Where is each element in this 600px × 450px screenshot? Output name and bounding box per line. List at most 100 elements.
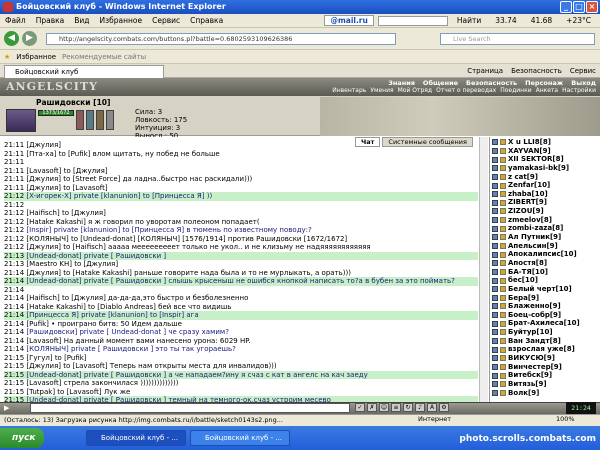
close-button[interactable]: × [586,1,598,13]
user-name[interactable]: Буйтур[10] [508,328,553,337]
chat-message[interactable]: 21:15 [Lavasoft] стрела закончилася ))))… [4,379,478,388]
user-list-item[interactable]: Брат-Ахилеса[10] [490,319,600,328]
user-name[interactable]: Апостя[8] [508,259,547,268]
user-list-item[interactable]: XII SEKTOR[8] [490,155,600,164]
user-list-item[interactable]: ВИКУСЮ[9] [490,354,600,363]
user-list-item[interactable]: Боец-собр[9] [490,311,600,320]
menu-edit[interactable]: Правка [31,16,70,25]
page-menu[interactable]: Страница [467,65,503,77]
chat-message[interactable]: 21:11 [Джулия] to [Street Force] да ладн… [4,175,478,184]
user-list-item[interactable]: взрослая уже[8] [490,345,600,354]
private-message-icon[interactable] [492,165,498,172]
user-list-item[interactable]: ZIZOU[9] [490,207,600,216]
start-button[interactable]: пуск [0,428,44,448]
private-message-icon[interactable] [492,381,498,388]
minimize-button[interactable]: _ [560,1,572,13]
tools-menu[interactable]: Сервис [570,65,596,77]
user-name[interactable]: Брат-Ахилеса[10] [508,319,580,328]
chat-message[interactable]: 21:14 [Принцесса Я] private [klanunion] … [4,311,478,320]
recommended-sites-link[interactable]: Рекомендуемые сайты [62,53,146,61]
address-input[interactable]: http://angelscity.combats.com/buttons.pl… [46,33,396,45]
private-message-icon[interactable] [492,243,498,249]
private-message-icon[interactable] [492,312,498,319]
live-search-input[interactable]: Live Search [440,33,595,45]
user-name[interactable]: z cat[9] [508,173,538,182]
nav-communication[interactable]: Общение [423,79,458,87]
user-name[interactable]: взрослая уже[8] [508,345,575,354]
user-name[interactable]: Блаженно[9] [508,302,561,311]
user-list-item[interactable]: Бера[9] [490,294,600,303]
private-message-icon[interactable] [492,191,498,198]
user-name[interactable]: Апельсин[9] [508,242,558,251]
chat-message[interactable]: 21:13 [Maestro KH] to [Джулия] [4,260,478,269]
nav-security[interactable]: Безопасность [466,79,517,87]
private-message-icon[interactable] [492,346,498,353]
refresh-icon[interactable]: ↻ [403,403,413,412]
smile-icon[interactable]: ☺ [379,403,389,412]
translit-icon[interactable]: A [427,403,437,412]
user-list-item[interactable]: Ал Путник[9] [490,233,600,242]
user-name[interactable]: БА-ТЯ[10] [508,268,548,277]
user-name[interactable]: бес[10] [508,276,538,285]
chat-message[interactable]: 21:12 [X-игорек-X] private [klanunion] t… [4,192,478,201]
user-list-item[interactable]: Волк[9] [490,389,600,398]
user-list-item[interactable]: бес[10] [490,276,600,285]
user-list-item[interactable]: X u LLI8[8] [490,138,600,147]
private-message-icon[interactable] [492,208,498,215]
chat-message[interactable]: 21:14 [Рашидовски] private [ Undead-dona… [4,328,478,337]
nav-battles[interactable]: Поединки [500,87,531,94]
star-icon[interactable]: ★ [4,53,10,61]
nav-squad[interactable]: Мой Отряд [398,87,432,94]
nav-settings[interactable]: Настройки [562,87,596,94]
private-message-icon[interactable] [492,329,498,336]
tab-combats[interactable]: Бойцовский клуб [4,65,164,78]
private-message-icon[interactable] [492,372,498,379]
menu-file[interactable]: Файл [0,16,31,25]
nav-character[interactable]: Персонаж [525,79,563,87]
private-message-icon[interactable] [492,182,498,189]
user-list-item[interactable]: Винчестер[9] [490,363,600,372]
private-message-icon[interactable] [492,156,498,163]
chat-message[interactable]: 21:14 [Lavasoft] На данный момент вами н… [4,337,478,346]
user-list-item[interactable]: БА-ТЯ[10] [490,268,600,277]
user-name[interactable]: Zenfar[10] [508,181,550,190]
private-message-icon[interactable] [492,225,498,232]
private-message-icon[interactable] [492,363,498,370]
user-name[interactable]: yamakasi-bk[9] [508,164,569,173]
chat-message[interactable]: 21:15 [Tutpak] to [Lavasoft] Лук же [4,388,478,397]
nav-skills[interactable]: Умения [370,87,393,94]
taskbar-window-1[interactable]: Бойцовский клуб - ... [86,430,186,446]
private-message-icon[interactable] [492,260,498,267]
private-message-icon[interactable] [492,389,498,396]
private-message-icon[interactable] [492,320,498,327]
user-list-item[interactable]: Буйтур[10] [490,328,600,337]
chat-log[interactable]: 21:11 [Джулия] 21:11 [Пта-ха] to [Pufik] … [0,137,478,402]
private-message-icon[interactable] [492,234,498,241]
nav-knowledge[interactable]: Знания [388,79,415,87]
menu-favorites[interactable]: Избранное [95,16,148,25]
user-list-item[interactable]: zombi-zaza[8] [490,224,600,233]
avatar[interactable] [6,109,36,132]
chat-message[interactable]: 21:14 [Undead-donat] private [ Рашидовск… [4,277,478,286]
chat-message[interactable]: 21:13 [Undead-donat] private [ Рашидовск… [4,251,478,260]
nav-profile[interactable]: Анкета [536,87,559,94]
user-list-item[interactable]: Витебск[9] [490,371,600,380]
forward-icon[interactable]: ▶ [22,31,37,46]
user-name[interactable]: ВИКУСЮ[9] [508,354,555,363]
chat-message[interactable]: 21:14 [4,286,478,295]
taskbar-window-2[interactable]: Бойцовский клуб - ... [190,430,290,446]
user-name[interactable]: Ван Зандт[8] [508,337,561,346]
chat-message[interactable]: 21:11 [Пта-ха] to [Pufik] влом щитать, н… [4,150,478,159]
favorites-button[interactable]: Избранное [16,53,56,61]
private-message-icon[interactable] [492,268,498,275]
clear-icon[interactable]: ✗ [367,403,377,412]
private-message-icon[interactable] [492,303,498,310]
user-name[interactable]: X u LLI8[8] [508,138,551,147]
user-name[interactable]: Апокалипсис[10] [508,250,577,259]
user-list-item[interactable]: zmeelov[8] [490,216,600,225]
user-list-item[interactable]: Витязь[9] [490,380,600,389]
user-name[interactable]: zhaba[10] [508,190,548,199]
user-list-item[interactable]: Апокалипсис[10] [490,250,600,259]
chat-message[interactable]: 21:14 [Hatake Kakashi] to [Diablo Andrea… [4,303,478,312]
private-message-icon[interactable] [492,277,498,284]
